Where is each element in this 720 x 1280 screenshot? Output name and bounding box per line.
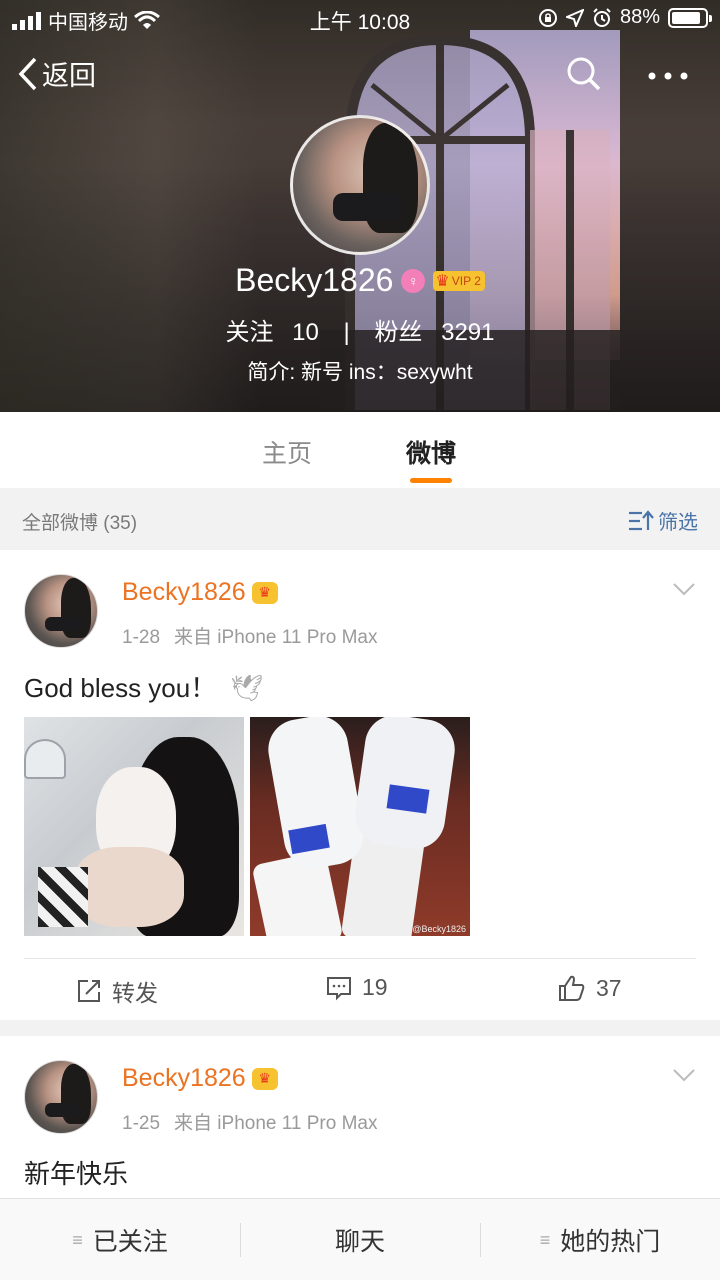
tab-weibo[interactable]: 微博 — [406, 434, 456, 470]
vip-badge[interactable]: ♛ VIP 2 — [433, 270, 485, 291]
her-hot-label: 她的热门 — [560, 1228, 661, 1256]
tab-home[interactable]: 主页 — [262, 434, 312, 470]
post-date: 1-25 — [122, 1113, 161, 1134]
profile-page: 中国移动 上午 10:08 88% 返回 Becky1826 ♀ ♛ VIP 2… — [0, 0, 720, 1280]
comment-icon — [327, 976, 351, 1000]
post-image[interactable]: @Becky1826 — [250, 717, 470, 936]
post-image[interactable] — [24, 717, 244, 936]
following-label: 关注 — [225, 319, 274, 346]
follow-stats: 关注 10 | 粉丝 3291 — [0, 312, 720, 347]
vip-label: VIP 2 — [451, 273, 481, 288]
following-stat[interactable]: 关注 10 — [219, 319, 324, 346]
crown-icon: ♛ — [435, 272, 450, 290]
search-button[interactable] — [566, 56, 602, 97]
chevron-down-icon[interactable] — [672, 1068, 696, 1082]
post-author[interactable]: Becky1826 ♛ — [122, 1064, 278, 1093]
filter-icon — [629, 509, 654, 530]
back-label: 返回 — [42, 61, 96, 91]
avatar-top-shape — [333, 193, 403, 221]
shoe-shape — [351, 717, 459, 853]
followers-count: 3291 — [441, 319, 495, 346]
stat-separator: | — [343, 319, 350, 346]
followers-label: 粉丝 — [374, 319, 423, 346]
location-icon — [565, 8, 584, 27]
avatar-top-shape — [45, 1103, 81, 1117]
post-text: God bless you！ 🕊 — [24, 668, 263, 705]
bottom-action-bar: ≡ 已关注 聊天 ≡ 她的热门 — [0, 1198, 720, 1280]
status-right: 88% — [538, 6, 712, 29]
rotation-lock-icon — [538, 8, 557, 27]
post-actions: 转发 19 37 — [0, 970, 720, 1010]
post-author-name: Becky1826 — [122, 578, 246, 606]
post-text-content: God bless you！ — [24, 673, 217, 703]
menu-lines-icon: ≡ — [72, 1229, 83, 1250]
like-count: 37 — [596, 974, 622, 1001]
status-bar: 中国移动 上午 10:08 88% — [0, 0, 720, 36]
arm-shape — [74, 847, 184, 927]
profile-header: 中国移动 上午 10:08 88% 返回 Becky1826 ♀ ♛ VIP 2… — [0, 0, 720, 412]
chevron-down-icon[interactable] — [672, 582, 696, 596]
post-source: 来自 iPhone 11 Pro Max — [174, 627, 378, 648]
chat-button[interactable]: 聊天 — [240, 1199, 480, 1280]
active-tab-indicator — [410, 478, 452, 483]
post-date: 1-28 — [122, 627, 161, 648]
profile-tabs: 主页 微博 — [0, 412, 720, 488]
repost-icon — [78, 980, 100, 1002]
profile-bio: 简介: 新号 ins：sexywht — [247, 361, 473, 384]
like-button[interactable]: 37 — [558, 974, 622, 1002]
post-source: 来自 iPhone 11 Pro Max — [174, 1113, 378, 1134]
post-card[interactable]: Becky1826 ♛ 1-28 来自 iPhone 11 Pro Max God… — [0, 550, 720, 1020]
battery-icon — [668, 7, 712, 28]
post-author-name: Becky1826 — [122, 1064, 246, 1092]
female-badge-icon: ♀ — [401, 268, 426, 293]
repost-button[interactable]: 转发 — [76, 974, 158, 1008]
followed-button[interactable]: ≡ 已关注 — [0, 1199, 240, 1280]
search-icon — [567, 57, 601, 91]
pillow-shape — [38, 867, 88, 927]
name-wrap: Becky1826 ♀ ♛ VIP 2 — [235, 262, 485, 299]
post-avatar[interactable] — [24, 574, 98, 648]
menu-lines-icon: ≡ — [539, 1229, 551, 1250]
lamp-shape — [24, 739, 66, 779]
battery-percent: 88% — [619, 6, 660, 28]
profile-name: Becky1826 — [235, 262, 394, 298]
chevron-left-icon — [18, 57, 37, 90]
back-button[interactable]: 返回 — [18, 54, 96, 93]
followers-stat[interactable]: 粉丝 3291 — [368, 319, 500, 346]
vip-crown-icon: ♛ — [251, 1067, 278, 1090]
post-avatar[interactable] — [24, 1060, 98, 1134]
battery-level — [672, 11, 701, 24]
nav-bar: 返回 — [0, 50, 720, 100]
following-count: 10 — [292, 319, 319, 346]
thumbs-up-icon — [559, 975, 585, 1001]
dove-emoji-icon: 🕊 — [230, 673, 264, 703]
followed-label: 已关注 — [92, 1228, 168, 1256]
more-button[interactable] — [648, 54, 688, 98]
comment-count: 19 — [362, 974, 388, 1000]
filter-label: 筛选 — [658, 512, 698, 534]
avatar-top-shape — [45, 617, 81, 631]
repost-label: 转发 — [112, 980, 158, 1006]
post-text: 新年快乐 — [24, 1159, 129, 1189]
more-dots-icon — [648, 72, 688, 80]
alarm-icon — [593, 7, 611, 27]
comment-button[interactable]: 19 — [326, 974, 388, 1001]
post-meta: 1-25 来自 iPhone 11 Pro Max — [122, 1108, 378, 1135]
filter-button[interactable]: 筛选 — [628, 506, 698, 535]
post-meta: 1-28 来自 iPhone 11 Pro Max — [122, 622, 378, 649]
her-hot-button[interactable]: ≡ 她的热门 — [480, 1199, 720, 1280]
profile-name-row: Becky1826 ♀ ♛ VIP 2 — [0, 262, 720, 299]
chat-label: 聊天 — [334, 1228, 385, 1256]
post-author[interactable]: Becky1826 ♛ — [122, 578, 278, 607]
filter-bar: 全部微博 (35) 筛选 — [0, 488, 720, 550]
profile-avatar[interactable] — [290, 115, 430, 255]
post-card[interactable]: Becky1826 ♛ 1-25 来自 iPhone 11 Pro Max 新年快… — [0, 1036, 720, 1206]
image-watermark: @Becky1826 — [412, 924, 466, 934]
post-count-label: 全部微博 (35) — [22, 513, 138, 534]
divider — [24, 958, 696, 959]
vip-crown-icon: ♛ — [251, 581, 278, 604]
